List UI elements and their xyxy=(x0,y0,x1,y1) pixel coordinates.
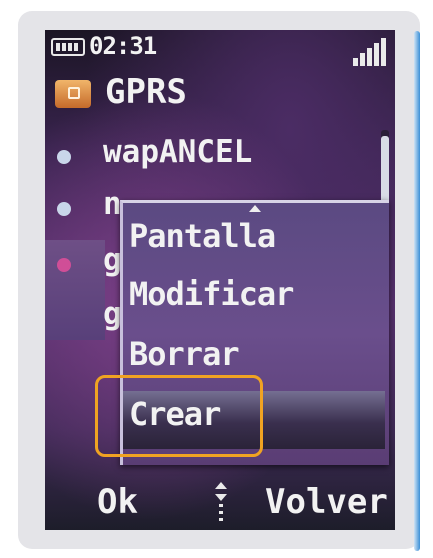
page-title: GPRS xyxy=(105,72,187,112)
list-bullet-icon xyxy=(57,258,71,272)
list-item[interactable]: wapANCEL xyxy=(103,134,252,170)
selected-list-row xyxy=(45,240,105,340)
menu-item-pantalla[interactable]: Pantalla xyxy=(129,217,276,255)
scroll-up-arrow-icon xyxy=(249,205,261,212)
list-bullet-icon xyxy=(57,150,71,164)
menu-item-borrar[interactable]: Borrar xyxy=(129,335,240,373)
scrollbar-thumb[interactable] xyxy=(381,136,389,206)
battery-icon xyxy=(51,38,85,56)
softkey-ok[interactable]: Ok xyxy=(97,482,138,522)
menu-item-modificar[interactable]: Modificar xyxy=(129,275,294,313)
highlight-annotation xyxy=(95,375,263,457)
status-time: 02:31 xyxy=(89,32,157,60)
signal-strength-icon xyxy=(353,36,387,66)
navigation-arrows-icon xyxy=(213,480,229,524)
folder-icon xyxy=(55,80,91,108)
softkey-volver[interactable]: Volver xyxy=(265,482,388,522)
list-item[interactable]: g xyxy=(103,296,122,332)
list-item[interactable]: n xyxy=(103,186,122,222)
list-item[interactable]: g xyxy=(103,242,122,278)
list-bullet-icon xyxy=(57,202,71,216)
frame-edge xyxy=(414,31,420,551)
